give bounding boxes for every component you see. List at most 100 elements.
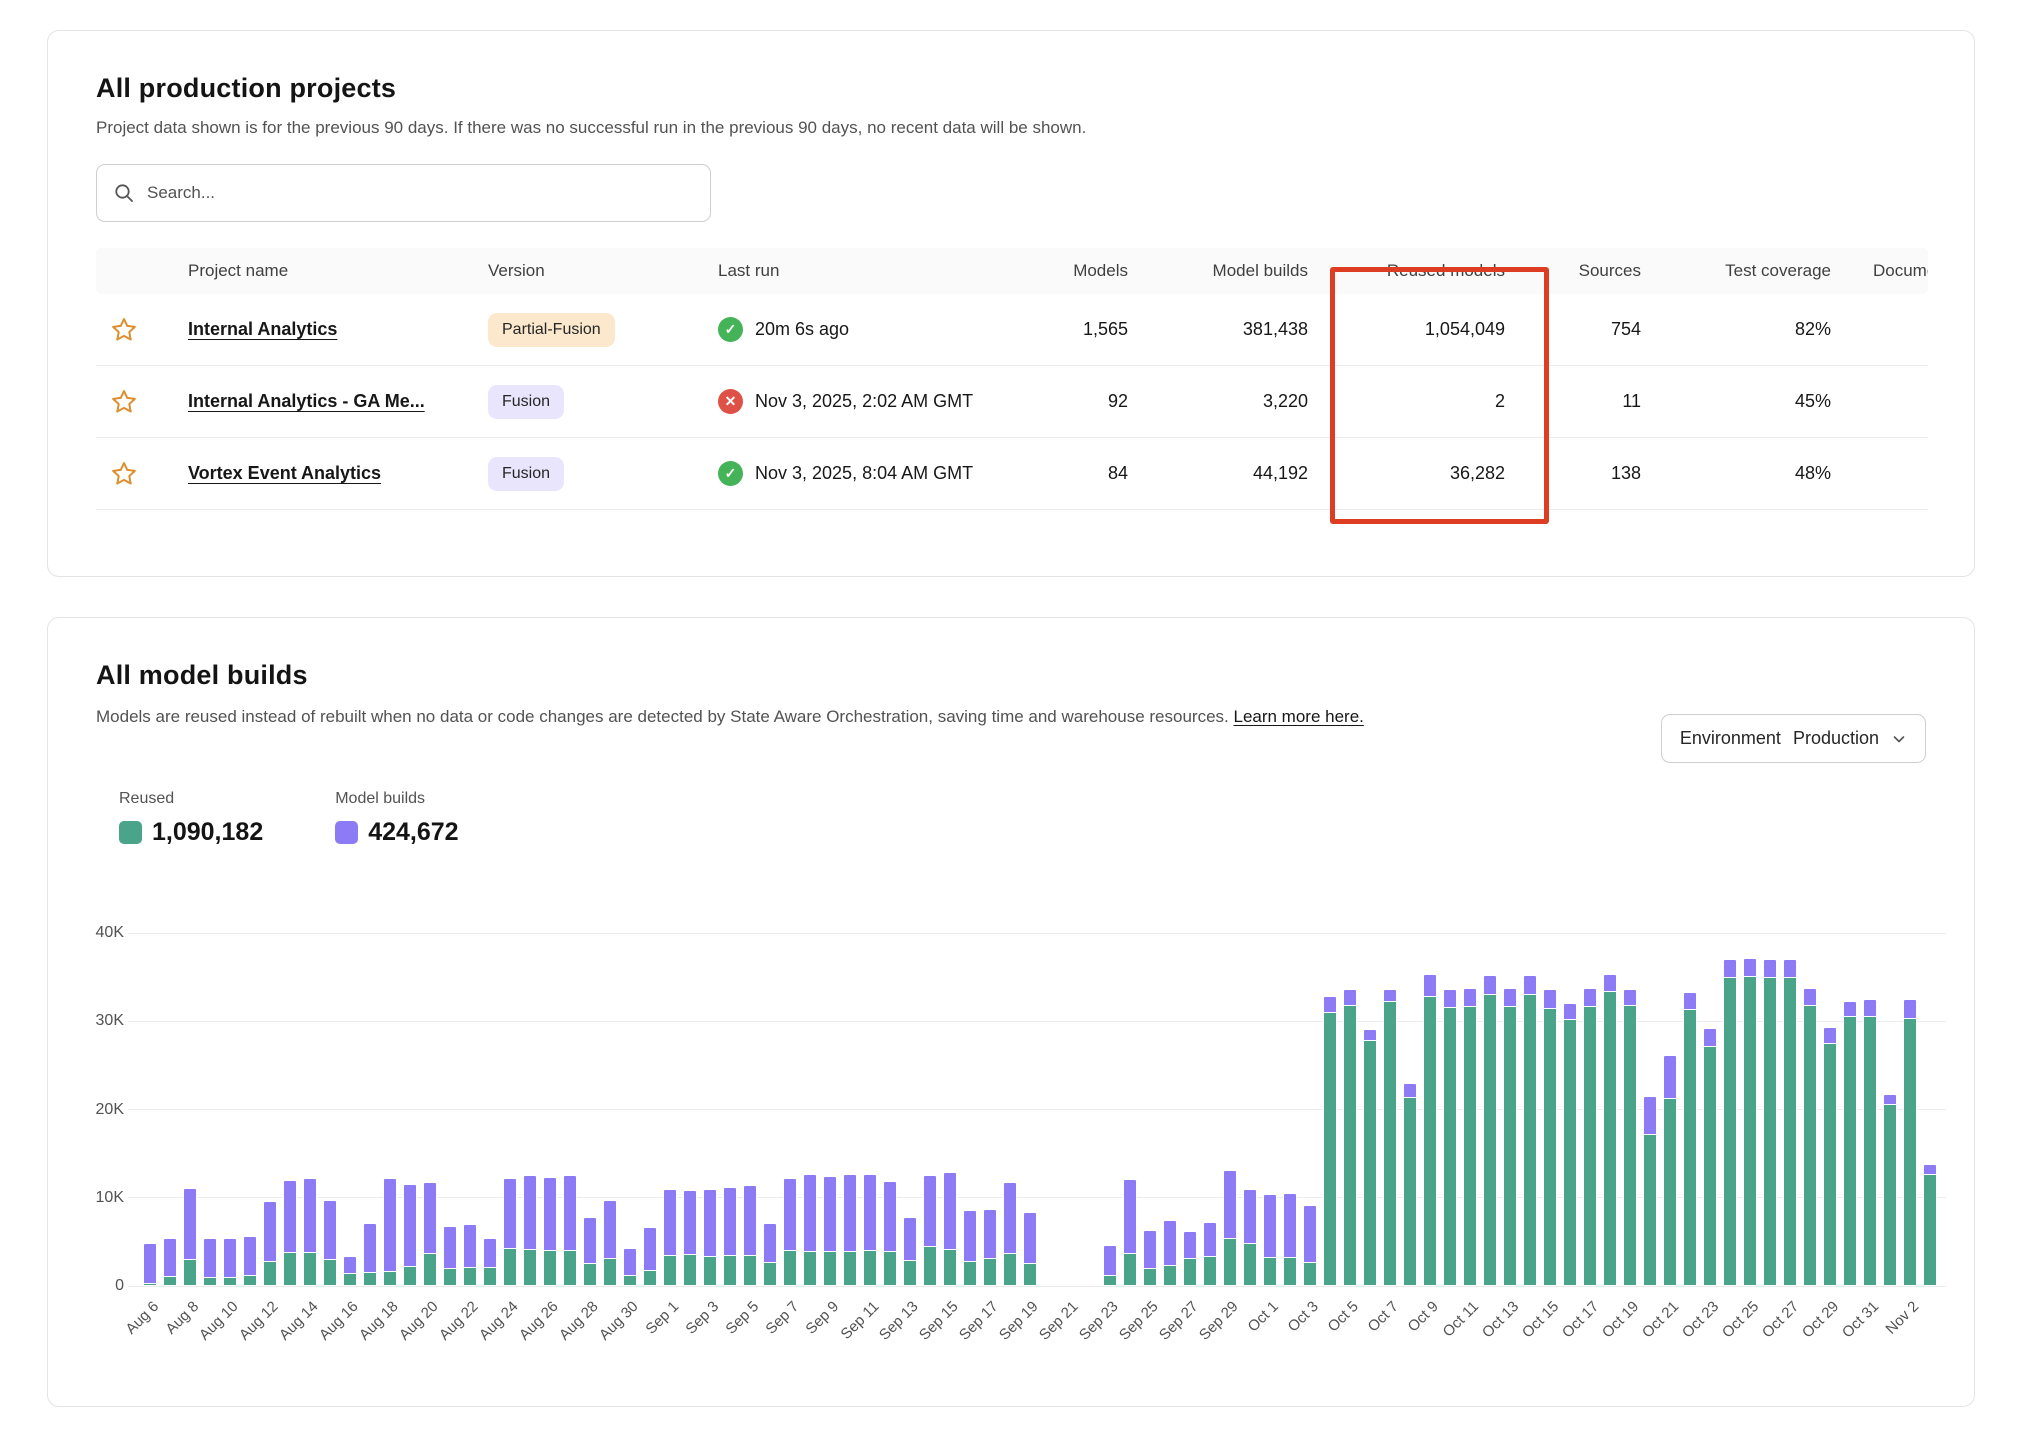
- bar-oct-11[interactable]: [1460, 933, 1480, 1286]
- bar-oct-23[interactable]: [1700, 933, 1720, 1286]
- bar-aug-24[interactable]: [500, 933, 520, 1286]
- bar-oct-2[interactable]: [1280, 933, 1300, 1286]
- bar-sep-26[interactable]: [1160, 933, 1180, 1286]
- learn-more-link[interactable]: Learn more here.: [1233, 707, 1363, 726]
- bar-oct-6[interactable]: [1360, 933, 1380, 1286]
- bar-sep-24[interactable]: [1120, 933, 1140, 1286]
- bar-oct-18[interactable]: [1600, 933, 1620, 1286]
- bar-aug-20[interactable]: [420, 933, 440, 1286]
- bar-oct-29[interactable]: [1820, 933, 1840, 1286]
- bar-aug-31[interactable]: [640, 933, 660, 1286]
- bar-aug-17[interactable]: [360, 933, 380, 1286]
- bar-oct-31[interactable]: [1860, 933, 1880, 1286]
- bar-oct-30[interactable]: [1840, 933, 1860, 1286]
- bar-oct-15[interactable]: [1540, 933, 1560, 1286]
- bar-aug-29[interactable]: [600, 933, 620, 1286]
- bar-aug-21[interactable]: [440, 933, 460, 1286]
- bar-oct-4[interactable]: [1320, 933, 1340, 1286]
- reused-segment: [1123, 1253, 1137, 1287]
- bar-oct-3[interactable]: [1300, 933, 1320, 1286]
- bar-sep-9[interactable]: [820, 933, 840, 1286]
- bar-aug-7[interactable]: [160, 933, 180, 1286]
- bar-aug-11[interactable]: [240, 933, 260, 1286]
- bar-sep-8[interactable]: [800, 933, 820, 1286]
- bar-sep-6[interactable]: [760, 933, 780, 1286]
- bar-oct-27[interactable]: [1780, 933, 1800, 1286]
- bar-oct-13[interactable]: [1500, 933, 1520, 1286]
- bar-sep-10[interactable]: [840, 933, 860, 1286]
- bar-oct-12[interactable]: [1480, 933, 1500, 1286]
- bar-aug-18[interactable]: [380, 933, 400, 1286]
- bar-sep-28[interactable]: [1200, 933, 1220, 1286]
- search-box[interactable]: [96, 164, 711, 222]
- bar-oct-28[interactable]: [1800, 933, 1820, 1286]
- bar-oct-5[interactable]: [1340, 933, 1360, 1286]
- bar-oct-14[interactable]: [1520, 933, 1540, 1286]
- bar-aug-15[interactable]: [320, 933, 340, 1286]
- bar-oct-26[interactable]: [1760, 933, 1780, 1286]
- project-name-link[interactable]: Internal Analytics: [188, 319, 337, 339]
- bar-aug-27[interactable]: [560, 933, 580, 1286]
- bar-nov-2[interactable]: [1900, 933, 1920, 1286]
- bar-aug-12[interactable]: [260, 933, 280, 1286]
- bar-aug-6[interactable]: [140, 933, 160, 1286]
- bar-sep-30[interactable]: [1240, 933, 1260, 1286]
- bar-aug-14[interactable]: [300, 933, 320, 1286]
- project-name-link[interactable]: Internal Analytics - GA Me...: [188, 391, 425, 411]
- bar-aug-26[interactable]: [540, 933, 560, 1286]
- bar-sep-16[interactable]: [960, 933, 980, 1286]
- environment-dropdown[interactable]: Environment Production: [1661, 714, 1926, 763]
- bar-sep-3[interactable]: [700, 933, 720, 1286]
- bar-oct-21[interactable]: [1660, 933, 1680, 1286]
- project-name-link[interactable]: Vortex Event Analytics: [188, 463, 381, 483]
- bar-aug-23[interactable]: [480, 933, 500, 1286]
- bar-sep-1[interactable]: [660, 933, 680, 1286]
- bar-sep-14[interactable]: [920, 933, 940, 1286]
- bar-oct-24[interactable]: [1720, 933, 1740, 1286]
- bar-aug-22[interactable]: [460, 933, 480, 1286]
- bar-aug-19[interactable]: [400, 933, 420, 1286]
- favorite-star-icon[interactable]: [96, 460, 138, 488]
- bar-aug-10[interactable]: [220, 933, 240, 1286]
- builds-segment: [923, 1175, 937, 1248]
- bar-sep-17[interactable]: [980, 933, 1000, 1286]
- bar-oct-25[interactable]: [1740, 933, 1760, 1286]
- bar-aug-9[interactable]: [200, 933, 220, 1286]
- bar-sep-12[interactable]: [880, 933, 900, 1286]
- bar-sep-29[interactable]: [1220, 933, 1240, 1286]
- bar-nov-3[interactable]: [1920, 933, 1940, 1286]
- bar-sep-5[interactable]: [740, 933, 760, 1286]
- bar-aug-25[interactable]: [520, 933, 540, 1286]
- bar-sep-13[interactable]: [900, 933, 920, 1286]
- bar-sep-11[interactable]: [860, 933, 880, 1286]
- bar-aug-13[interactable]: [280, 933, 300, 1286]
- bar-oct-17[interactable]: [1580, 933, 1600, 1286]
- favorite-star-icon[interactable]: [96, 388, 138, 416]
- bar-oct-16[interactable]: [1560, 933, 1580, 1286]
- bar-sep-18[interactable]: [1000, 933, 1020, 1286]
- bar-oct-1[interactable]: [1260, 933, 1280, 1286]
- bar-oct-20[interactable]: [1640, 933, 1660, 1286]
- builds-segment: [583, 1217, 597, 1264]
- bar-sep-2[interactable]: [680, 933, 700, 1286]
- bar-sep-25[interactable]: [1140, 933, 1160, 1286]
- bar-sep-4[interactable]: [720, 933, 740, 1286]
- bar-oct-9[interactable]: [1420, 933, 1440, 1286]
- bar-oct-19[interactable]: [1620, 933, 1640, 1286]
- bar-aug-16[interactable]: [340, 933, 360, 1286]
- bar-sep-27[interactable]: [1180, 933, 1200, 1286]
- bar-oct-8[interactable]: [1400, 933, 1420, 1286]
- bar-sep-19[interactable]: [1020, 933, 1040, 1286]
- bar-nov-1[interactable]: [1880, 933, 1900, 1286]
- bar-oct-22[interactable]: [1680, 933, 1700, 1286]
- bar-oct-7[interactable]: [1380, 933, 1400, 1286]
- bar-sep-15[interactable]: [940, 933, 960, 1286]
- bar-sep-23[interactable]: [1100, 933, 1120, 1286]
- favorite-star-icon[interactable]: [96, 316, 138, 344]
- bar-aug-30[interactable]: [620, 933, 640, 1286]
- bar-sep-7[interactable]: [780, 933, 800, 1286]
- bar-oct-10[interactable]: [1440, 933, 1460, 1286]
- search-input[interactable]: [147, 183, 694, 203]
- bar-aug-28[interactable]: [580, 933, 600, 1286]
- bar-aug-8[interactable]: [180, 933, 200, 1286]
